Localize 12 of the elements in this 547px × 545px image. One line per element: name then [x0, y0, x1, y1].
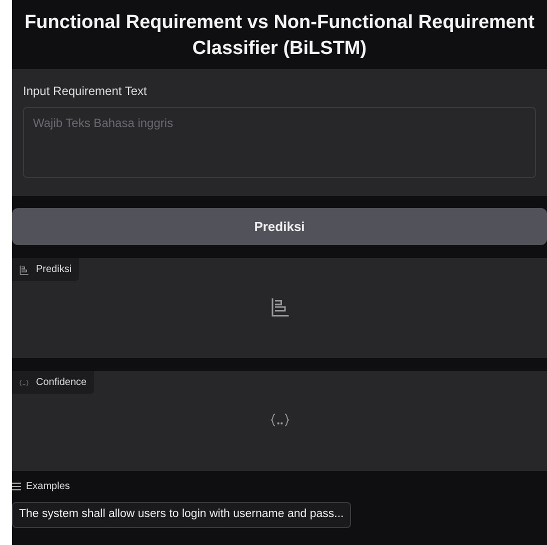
empty-chart-icon [270, 296, 290, 317]
field-label: Input Requirement Text [23, 83, 147, 100]
input-field[interactable]: Wajib Teks Bahasa inggris [23, 107, 536, 178]
predict-button[interactable]: Prediksi [12, 208, 547, 246]
example-item[interactable]: The system shall allow users to login with username and pass... [12, 502, 351, 528]
panel-label: Confidence [36, 376, 87, 390]
page-title: Functional Requirement vs Non-Functional Requirement Classifier (BiLSTM) [24, 11, 536, 61]
list-icon [12, 482, 21, 492]
examples-label: Examples [26, 480, 70, 494]
bar-chart-icon [19, 264, 29, 275]
braces-icon [19, 378, 29, 388]
panel-label: Prediksi [36, 263, 72, 278]
